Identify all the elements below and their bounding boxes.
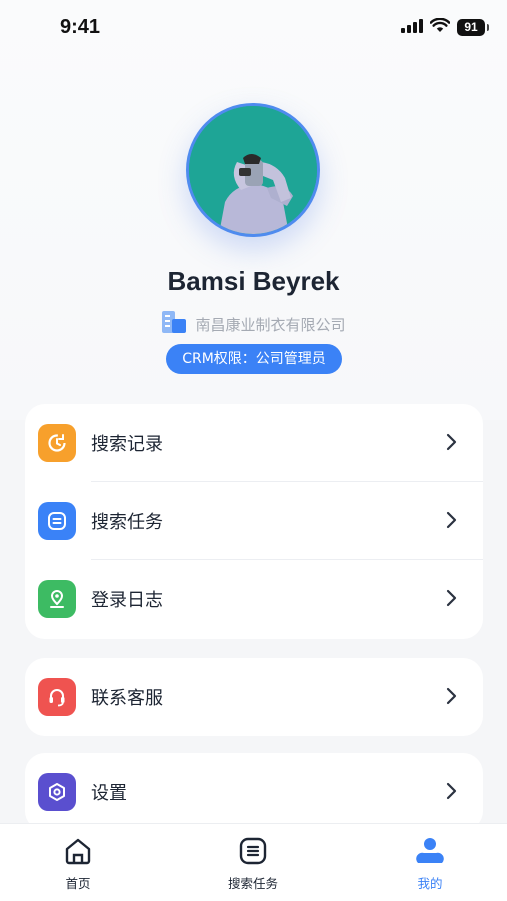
crm-role-badge: CRM权限：公司管理员 xyxy=(166,344,342,374)
menu-card-settings: 设置 xyxy=(25,753,483,831)
chevron-right-icon xyxy=(445,588,457,612)
chevron-right-icon xyxy=(445,781,457,805)
settings-icon xyxy=(38,773,76,811)
wifi-icon xyxy=(429,17,451,37)
menu-label: 登录日志 xyxy=(91,590,163,611)
menu-label: 搜索记录 xyxy=(91,434,163,455)
chevron-right-icon xyxy=(445,686,457,710)
avatar[interactable] xyxy=(186,103,320,237)
menu-card-service: 联系客服 xyxy=(25,658,483,736)
menu-label: 搜索任务 xyxy=(91,512,163,533)
login-log-icon xyxy=(38,580,76,618)
menu-item-customer-service[interactable]: 联系客服 xyxy=(25,658,483,736)
profile-icon xyxy=(415,838,445,870)
status-time: 9:41 xyxy=(60,16,101,38)
signal-icon xyxy=(401,18,423,37)
company-row: 南昌康业制衣有限公司 xyxy=(0,310,507,338)
home-icon xyxy=(63,838,93,870)
user-name: Bamsi Beyrek xyxy=(167,266,340,296)
customer-service-icon xyxy=(38,678,76,716)
tab-search-task[interactable]: 搜索任务 xyxy=(193,836,313,892)
tab-profile[interactable]: 我的 xyxy=(370,836,490,892)
tab-label: 我的 xyxy=(417,876,443,891)
menu-label: 设置 xyxy=(91,783,127,804)
battery-icon: 91 xyxy=(457,19,489,36)
tab-label: 首页 xyxy=(65,876,91,891)
tab-home[interactable]: 首页 xyxy=(18,836,138,892)
company-building-icon xyxy=(161,310,187,338)
chevron-right-icon xyxy=(445,510,457,534)
menu-item-search-history[interactable]: 搜索记录 xyxy=(25,404,483,482)
menu-item-search-task[interactable]: 搜索任务 xyxy=(25,482,483,560)
menu-label: 联系客服 xyxy=(91,688,163,709)
menu-item-login-log[interactable]: 登录日志 xyxy=(25,560,483,638)
chevron-right-icon xyxy=(445,432,457,456)
avatar-image xyxy=(189,106,317,234)
menu-item-settings[interactable]: 设置 xyxy=(25,753,483,831)
company-name: 南昌康业制衣有限公司 xyxy=(195,315,346,334)
menu-card-records: 搜索记录 搜索任务 登录日志 xyxy=(25,404,483,639)
search-history-icon xyxy=(38,424,76,462)
task-icon xyxy=(238,837,268,870)
search-task-icon xyxy=(38,502,76,540)
status-bar: 9:41 91 xyxy=(0,0,507,56)
tab-bar: 首页 搜索任务 我的 xyxy=(0,823,507,901)
tab-label: 搜索任务 xyxy=(227,876,278,891)
